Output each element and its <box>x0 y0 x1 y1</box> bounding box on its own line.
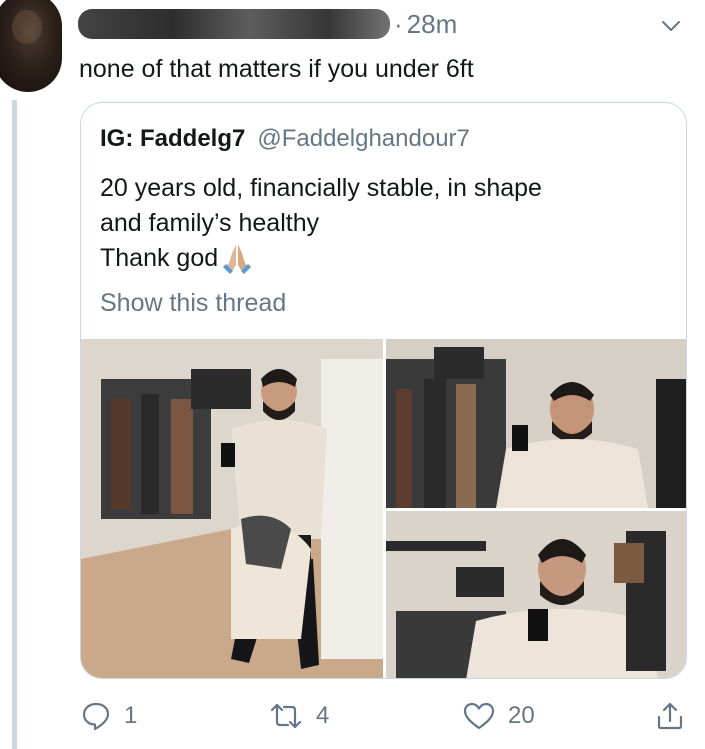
heart-icon[interactable] <box>462 700 496 732</box>
reply-action[interactable]: 1 <box>80 700 137 732</box>
quoted-tweet[interactable]: IG: Faddelg7 @Faddelghandour7 20 years o… <box>80 102 687 679</box>
time-separator: · <box>394 8 403 39</box>
quoted-text-line-text: Thank god <box>100 244 219 272</box>
retweet-action[interactable]: 4 <box>268 700 329 732</box>
quoted-text-line: Thank god <box>100 241 660 276</box>
thread-line <box>12 100 17 749</box>
like-action[interactable]: 20 <box>462 700 535 732</box>
reply-count: 1 <box>124 702 138 729</box>
show-thread-link[interactable]: Show this thread <box>100 289 286 318</box>
quoted-text-line: 20 years old, financially stable, in sha… <box>100 174 542 202</box>
quoted-name: IG: Faddelg7 <box>100 125 246 152</box>
photo-1[interactable] <box>81 339 383 678</box>
share-icon[interactable] <box>654 700 686 732</box>
reply-icon[interactable] <box>80 700 112 732</box>
media-grid <box>81 339 686 678</box>
tweet-text: none of that matters if you under 6ft <box>79 55 474 83</box>
retweet-count: 4 <box>316 702 330 729</box>
quoted-text-line: and family’s healthy <box>100 209 320 237</box>
avatar[interactable] <box>0 0 62 92</box>
tweet-header: · 28m <box>78 6 457 42</box>
timestamp[interactable]: 28m <box>407 9 458 40</box>
share-action[interactable] <box>654 700 686 732</box>
quoted-text: 20 years old, financially stable, in sha… <box>100 171 660 276</box>
photo-2-image <box>386 339 686 508</box>
tweet-actions: 1 4 20 <box>78 700 688 736</box>
photo-3-image <box>386 511 686 678</box>
photo-1-image <box>81 339 383 678</box>
retweet-icon[interactable] <box>268 700 304 732</box>
like-count: 20 <box>508 702 535 729</box>
quoted-author: IG: Faddelg7 @Faddelghandour7 <box>100 125 470 153</box>
praying-hands-icon <box>223 245 252 275</box>
quoted-handle: @Faddelghandour7 <box>257 125 470 152</box>
chevron-down-icon[interactable] <box>659 14 683 38</box>
redacted-username <box>78 9 390 39</box>
photo-2[interactable] <box>386 339 686 508</box>
photo-3[interactable] <box>386 511 686 678</box>
